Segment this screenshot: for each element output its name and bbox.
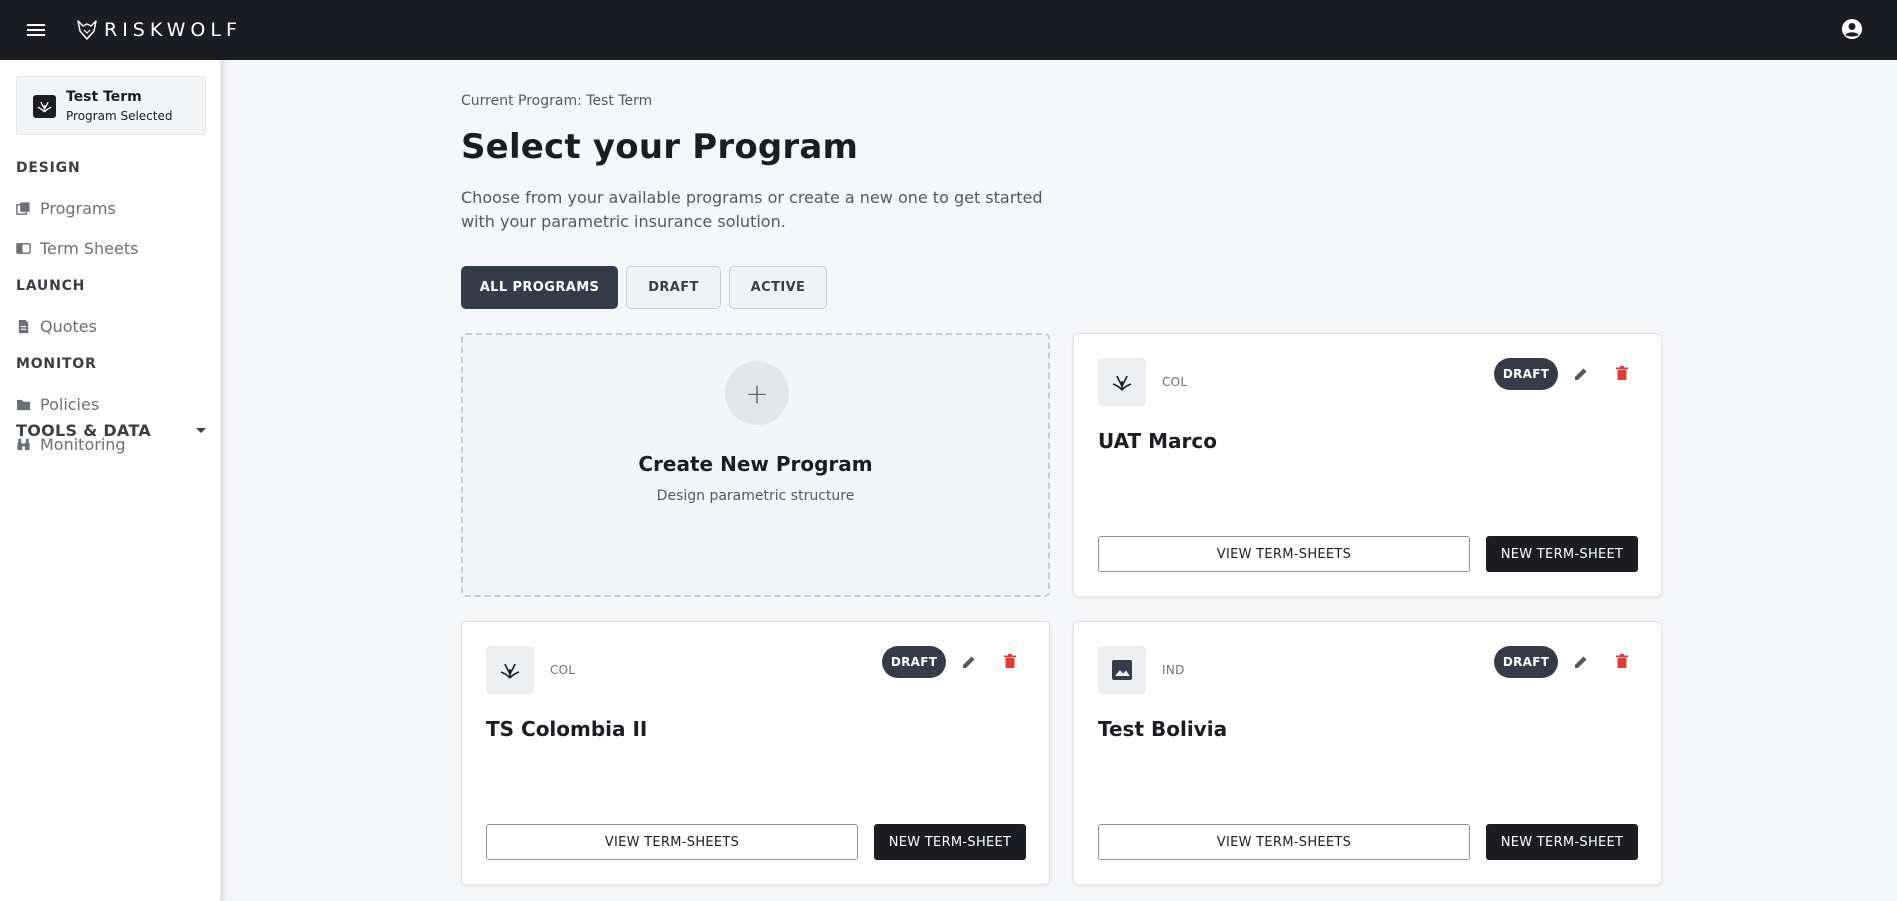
program-thumbnail xyxy=(486,646,534,694)
edit-icon[interactable] xyxy=(1571,652,1591,672)
status-badge: DRAFT xyxy=(1494,646,1558,678)
section-launch: LAUNCH xyxy=(16,278,86,294)
tab-active[interactable]: ACTIVE xyxy=(729,266,827,309)
view-term-sheets-button[interactable]: VIEW TERM-SHEETS xyxy=(1098,536,1470,572)
new-term-sheet-button[interactable]: NEW TERM-SHEET xyxy=(1486,824,1638,860)
current-program-name: Test Term xyxy=(66,89,142,105)
view-term-sheets-button[interactable]: VIEW TERM-SHEETS xyxy=(486,824,858,860)
sidebar-item-label: Programs xyxy=(40,198,116,218)
program-name: TS Colombia II xyxy=(486,717,648,741)
program-card[interactable]: COL DRAFT TS Colombia II VIEW TERM-SHEET… xyxy=(461,621,1050,885)
programs-icon xyxy=(16,201,30,215)
sidebar-item-label: Quotes xyxy=(40,316,97,336)
status-badge: DRAFT xyxy=(1494,358,1558,390)
delete-icon[interactable] xyxy=(1612,364,1632,384)
program-card[interactable]: COL DRAFT UAT Marco VIEW TERM-SHEETS NEW… xyxy=(1073,333,1662,597)
tools-and-data-toggle[interactable]: TOOLS & DATA xyxy=(16,417,206,443)
caret-down-icon xyxy=(196,427,206,433)
sidebar-item-label: Policies xyxy=(40,394,100,414)
current-program-card[interactable]: Test Term Program Selected xyxy=(16,76,206,135)
term-sheets-icon xyxy=(16,242,31,254)
view-term-sheets-button[interactable]: VIEW TERM-SHEETS xyxy=(1098,824,1470,860)
menu-icon[interactable] xyxy=(22,16,50,44)
status-badge: DRAFT xyxy=(882,646,946,678)
document-icon xyxy=(18,319,29,333)
program-country: COL xyxy=(550,663,576,677)
sidebar-item-quotes[interactable]: Quotes xyxy=(16,312,206,340)
program-card[interactable]: IND DRAFT Test Bolivia VIEW TERM-SHEETS … xyxy=(1073,621,1662,885)
sidebar-item-label: Term Sheets xyxy=(40,238,139,258)
program-name: UAT Marco xyxy=(1098,429,1218,453)
section-monitor: MONITOR xyxy=(16,356,97,372)
tab-all-programs[interactable]: ALL PROGRAMS xyxy=(461,266,618,309)
plus-icon: + xyxy=(725,361,789,425)
sidebar-item-policies[interactable]: Policies xyxy=(16,390,206,418)
image-icon xyxy=(1112,660,1132,680)
logo-text: RISKWOLF xyxy=(104,19,242,41)
sidebar-item-term-sheets[interactable]: Term Sheets xyxy=(16,234,206,262)
sidebar-item-programs[interactable]: Programs xyxy=(16,194,206,222)
app-logo[interactable]: RISKWOLF xyxy=(76,16,242,44)
program-thumbnail xyxy=(1098,358,1146,406)
plant-icon xyxy=(1112,375,1132,391)
delete-icon[interactable] xyxy=(1000,652,1020,672)
plant-icon xyxy=(500,663,520,679)
new-term-sheet-button[interactable]: NEW TERM-SHEET xyxy=(874,824,1026,860)
new-term-sheet-button[interactable]: NEW TERM-SHEET xyxy=(1486,536,1638,572)
plant-icon xyxy=(37,101,52,113)
account-icon[interactable] xyxy=(1840,17,1864,41)
program-thumbnail xyxy=(1098,646,1146,694)
current-program-status: Program Selected xyxy=(66,109,173,123)
page-description: Choose from your available programs or c… xyxy=(461,188,1043,231)
breadcrumb: Current Program: Test Term xyxy=(461,93,653,109)
top-app-bar: RISKWOLF xyxy=(0,0,1897,60)
page-title: Select your Program xyxy=(461,127,859,167)
program-country: IND xyxy=(1162,663,1185,677)
sidebar: Test Term Program Selected DESIGN Progra… xyxy=(0,60,221,901)
wolf-logo-icon xyxy=(77,20,97,40)
create-program-subtitle: Design parametric structure xyxy=(656,488,855,504)
program-thumbnail xyxy=(33,95,56,118)
program-country: COL xyxy=(1162,375,1188,389)
delete-icon[interactable] xyxy=(1612,652,1632,672)
create-new-program-card[interactable]: + Create New Program Design parametric s… xyxy=(461,333,1050,597)
section-design: DESIGN xyxy=(16,160,81,176)
tools-and-data-label: TOOLS & DATA xyxy=(16,420,152,440)
create-program-title: Create New Program xyxy=(638,452,873,476)
tab-draft[interactable]: DRAFT xyxy=(626,266,721,309)
edit-icon[interactable] xyxy=(1571,364,1591,384)
edit-icon[interactable] xyxy=(959,652,979,672)
folder-icon xyxy=(16,399,31,410)
program-name: Test Bolivia xyxy=(1098,717,1228,741)
